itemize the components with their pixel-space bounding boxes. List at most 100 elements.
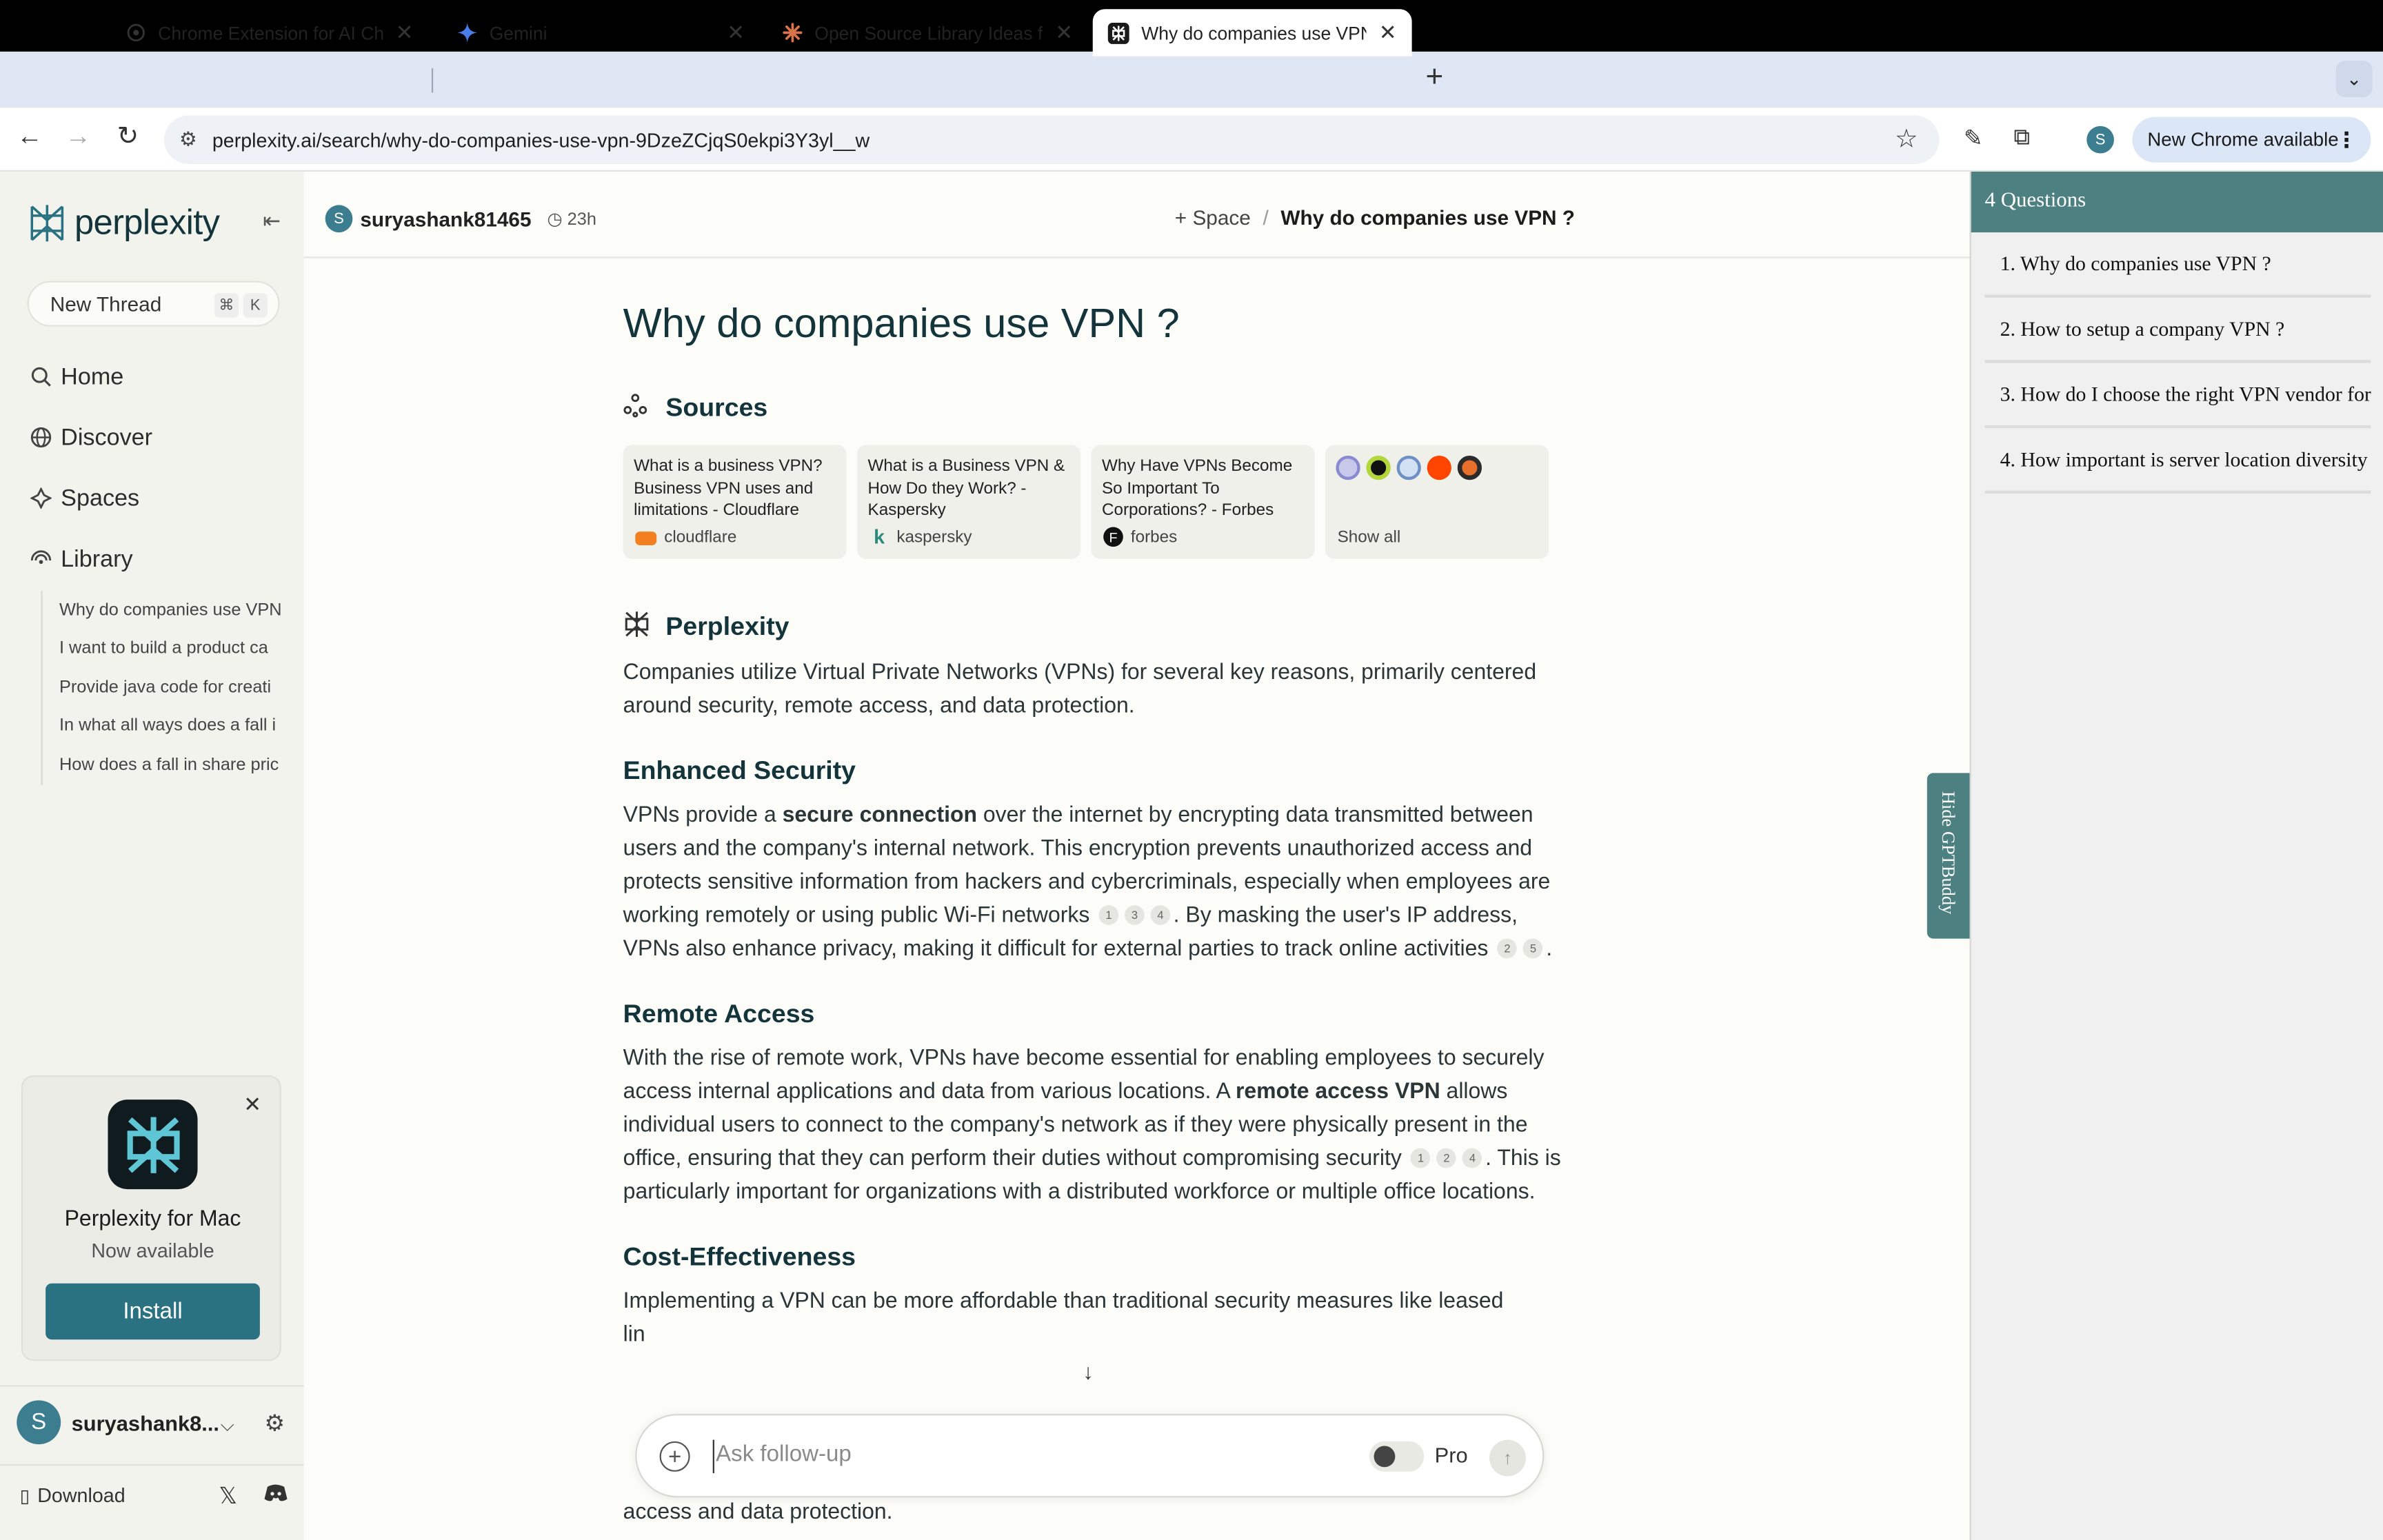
question-item[interactable]: 4. How important is server location dive… bbox=[1984, 428, 2371, 494]
question-item[interactable]: 3. How do I choose the right VPN vendor … bbox=[1984, 363, 2371, 429]
gptbuddy-panel: 4 Questions 1. Why do companies use VPN … bbox=[1969, 171, 2383, 1540]
section-heading: Cost-Effectiveness bbox=[623, 1242, 856, 1272]
eyedropper-extension-icon[interactable]: ✎ bbox=[1964, 125, 1983, 152]
tab-gemini[interactable]: Gemini ✕ bbox=[441, 9, 760, 56]
library-thread[interactable]: Why do companies use VPN bbox=[43, 591, 281, 629]
globe-icon bbox=[30, 426, 54, 452]
site-settings-icon[interactable]: ⚙ bbox=[179, 128, 197, 152]
mac-app-promo-card: ✕ Perplexity for Mac Now available Insta… bbox=[21, 1075, 281, 1361]
thread-view: S suryashank81465 ◷ 23h + Space / Why do… bbox=[303, 171, 1970, 1540]
library-thread[interactable]: Provide java code for creati bbox=[43, 668, 281, 707]
text-run: . bbox=[1546, 937, 1553, 962]
avatar: S bbox=[17, 1400, 61, 1445]
citation-badge[interactable]: 2 bbox=[1497, 938, 1518, 959]
promo-title: Perplexity for Mac bbox=[64, 1207, 241, 1232]
close-icon[interactable]: ✕ bbox=[1379, 20, 1397, 45]
question-item[interactable]: 1. Why do companies use VPN ? bbox=[1984, 232, 2371, 298]
close-icon[interactable]: ✕ bbox=[243, 1092, 261, 1117]
close-icon[interactable]: ✕ bbox=[727, 20, 745, 45]
forward-button[interactable]: → bbox=[66, 121, 91, 152]
spaces-icon bbox=[30, 486, 54, 512]
library-thread[interactable]: How does a fall in share pric bbox=[43, 746, 281, 784]
sidebar-item-label: Home bbox=[61, 364, 124, 391]
scroll-to-bottom-button[interactable]: ↓ bbox=[1068, 1351, 1108, 1392]
gear-icon[interactable]: ⚙ bbox=[265, 1410, 285, 1437]
pro-toggle[interactable] bbox=[1369, 1441, 1425, 1472]
update-label: New Chrome available bbox=[2147, 129, 2339, 151]
tab-why-vpn[interactable]: Why do companies use VPN ? ✕ bbox=[1092, 9, 1412, 57]
avatar: S bbox=[325, 205, 353, 233]
show-all-sources-card[interactable]: Show all bbox=[1325, 445, 1549, 559]
arrow-down-icon: ↓ bbox=[1083, 1359, 1094, 1384]
library-thread[interactable]: I want to build a product ca bbox=[43, 629, 281, 668]
add-to-space-button[interactable]: + Space bbox=[1175, 207, 1251, 230]
perplexity-logo[interactable]: perplexity bbox=[28, 202, 220, 243]
citation-badge[interactable]: 1 bbox=[1098, 905, 1119, 925]
x-twitter-icon[interactable]: 𝕏 bbox=[219, 1482, 237, 1510]
thread-owner[interactable]: S suryashank81465 bbox=[325, 205, 532, 233]
new-chrome-available-button[interactable]: New Chrome available ⋮ bbox=[2132, 116, 2371, 163]
citation-badge[interactable]: 3 bbox=[1125, 905, 1145, 925]
brand-name: perplexity bbox=[74, 202, 220, 242]
download-link[interactable]: ▯ Download bbox=[20, 1484, 125, 1507]
bold-text: remote access VPN bbox=[1235, 1080, 1440, 1104]
tab-title: Why do companies use VPN ? bbox=[1141, 21, 1367, 43]
sidebar-item-label: Library bbox=[61, 547, 133, 573]
tab-search-button[interactable]: ⌄ bbox=[2335, 61, 2373, 98]
section-paragraph: Implementing a VPN can be more affordabl… bbox=[623, 1285, 1566, 1352]
bookmark-star-icon[interactable]: ☆ bbox=[1895, 125, 1918, 155]
attach-plus-icon[interactable]: + bbox=[659, 1441, 690, 1472]
submit-arrow-icon[interactable]: ↑ bbox=[1489, 1439, 1526, 1477]
perplexity-logo-icon bbox=[30, 204, 64, 241]
kebab-menu-icon[interactable]: ⋮ bbox=[2336, 127, 2357, 152]
citation-badge[interactable]: 4 bbox=[1462, 1148, 1482, 1168]
library-threads-list: Why do companies use VPN I want to build… bbox=[41, 591, 281, 784]
new-tab-button[interactable]: + bbox=[1425, 61, 1443, 96]
close-icon[interactable]: ✕ bbox=[396, 20, 414, 45]
library-thread[interactable]: In what all ways does a fall i bbox=[43, 707, 281, 746]
hide-gptbuddy-button[interactable]: Hide GPTBuddy bbox=[1927, 773, 1970, 939]
account-menu[interactable]: S suryashank8... bbox=[17, 1400, 219, 1445]
sources-row: What is a business VPN? Business VPN use… bbox=[623, 445, 1560, 559]
citation-badge[interactable]: 5 bbox=[1523, 938, 1543, 959]
reddit-icon bbox=[1427, 455, 1451, 480]
sources-heading: Sources bbox=[623, 394, 1566, 424]
close-icon[interactable]: ✕ bbox=[1055, 20, 1073, 45]
follow-up-input[interactable]: Ask follow-up bbox=[716, 1441, 852, 1467]
thread-age: ◷ 23h bbox=[547, 208, 596, 229]
back-button[interactable]: ← bbox=[17, 121, 42, 152]
shortcut-k: K bbox=[243, 293, 268, 318]
citation-badge[interactable]: 4 bbox=[1150, 905, 1171, 925]
show-all-label: Show all bbox=[1337, 528, 1401, 547]
citation-badge[interactable]: 1 bbox=[1411, 1148, 1431, 1168]
url-text[interactable]: perplexity.ai/search/why-do-companies-us… bbox=[212, 128, 869, 151]
sidebar-item-discover[interactable]: Discover bbox=[30, 425, 152, 453]
source-card[interactable]: What is a business VPN? Business VPN use… bbox=[623, 445, 847, 559]
sidebar-item-library[interactable]: Library bbox=[30, 547, 133, 574]
tab-open-source-ideas[interactable]: Open Source Library Ideas for ✕ bbox=[766, 9, 1088, 56]
collapse-sidebar-icon[interactable]: ⇤ bbox=[263, 208, 281, 234]
source-card[interactable]: What is a Business VPN & How Do they Wor… bbox=[857, 445, 1081, 559]
tab-strip bbox=[0, 51, 2383, 108]
reload-button[interactable]: ↻ bbox=[117, 121, 139, 152]
gemini-icon bbox=[456, 22, 477, 43]
question-item[interactable]: 2. How to setup a company VPN ? bbox=[1984, 298, 2371, 363]
tab-chrome-extension[interactable]: Chrome Extension for AI Chat ✕ bbox=[110, 9, 429, 56]
sidebar-item-home[interactable]: Home bbox=[30, 365, 123, 392]
discord-icon[interactable] bbox=[264, 1484, 288, 1507]
new-thread-button[interactable]: New Thread ⌘ K bbox=[27, 281, 280, 327]
sidebar-item-label: Spaces bbox=[61, 486, 140, 512]
profile-avatar[interactable]: S bbox=[2087, 125, 2114, 154]
sidebar-item-spaces[interactable]: Spaces bbox=[30, 486, 139, 514]
install-button[interactable]: Install bbox=[46, 1283, 260, 1340]
toggle-knob bbox=[1374, 1446, 1396, 1468]
device-icon: ▯ bbox=[19, 1484, 30, 1506]
citation-badge[interactable]: 2 bbox=[1436, 1148, 1457, 1168]
extensions-puzzle-icon[interactable]: ⧉ bbox=[2013, 125, 2030, 150]
address-bar[interactable]: ⚙ perplexity.ai/search/why-do-companies-… bbox=[164, 115, 1940, 164]
source-domain: kaspersky bbox=[896, 527, 972, 547]
source-card[interactable]: Why Have VPNs Become So Important To Cor… bbox=[1091, 445, 1315, 559]
source-domain: forbes bbox=[1130, 527, 1178, 547]
divider bbox=[0, 1385, 304, 1387]
chevron-down-icon[interactable]: ⌵ bbox=[221, 1414, 234, 1437]
